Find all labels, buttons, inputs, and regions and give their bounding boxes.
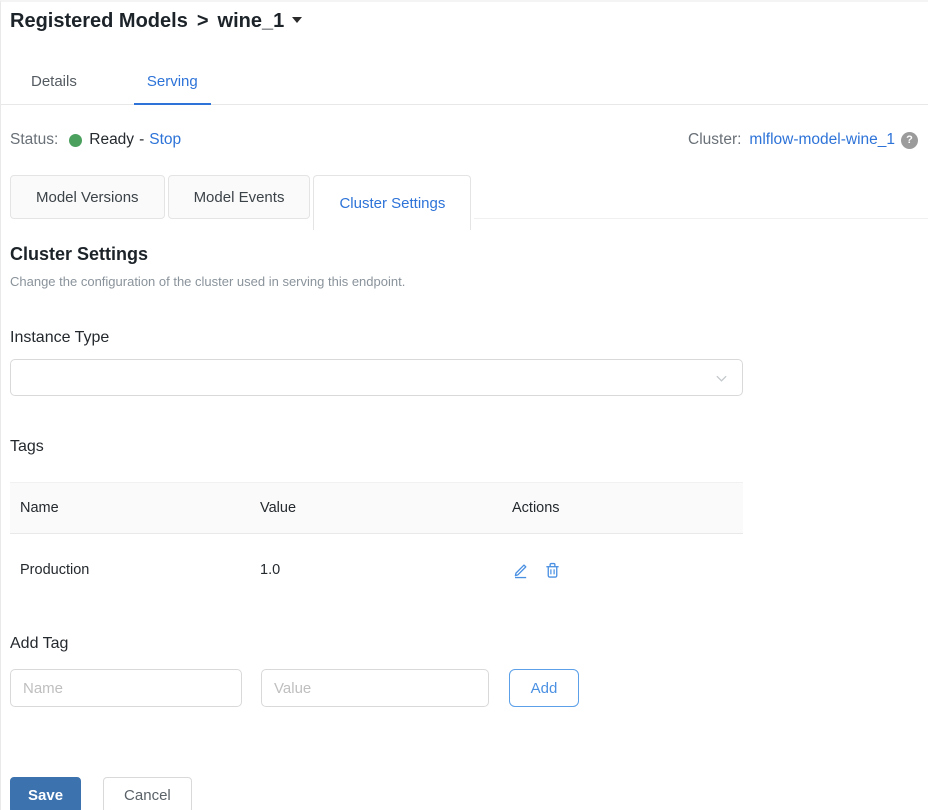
tab-model-events[interactable]: Model Events	[168, 175, 311, 219]
tab-cluster-settings[interactable]: Cluster Settings	[313, 175, 471, 230]
breadcrumb-separator: >	[197, 10, 209, 32]
tab-model-versions[interactable]: Model Versions	[10, 175, 165, 219]
tag-value-input[interactable]	[261, 669, 489, 707]
section-title: Cluster Settings	[10, 244, 928, 265]
column-header-value: Value	[250, 483, 502, 534]
sub-tab-filler	[474, 175, 928, 219]
serving-status: Status: Ready - Stop	[10, 131, 181, 149]
instance-type-label: Instance Type	[10, 329, 928, 347]
tag-name-input[interactable]	[10, 669, 242, 707]
instance-type-select[interactable]	[10, 359, 743, 396]
chevron-down-icon	[715, 372, 728, 385]
status-bar: Status: Ready - Stop Cluster: mlflow-mod…	[1, 105, 928, 149]
tab-serving[interactable]: Serving	[134, 67, 211, 105]
stop-link[interactable]: Stop	[149, 131, 181, 149]
tab-details[interactable]: Details	[18, 67, 90, 104]
tags-table-header-row: Name Value Actions	[10, 483, 743, 534]
delete-tag-icon[interactable]	[544, 561, 561, 579]
section-description: Change the configuration of the cluster …	[10, 274, 928, 289]
status-separator: -	[139, 131, 144, 149]
add-tag-form: Add	[10, 669, 928, 707]
tag-name-cell: Production	[10, 534, 250, 605]
breadcrumb-model-name[interactable]: wine_1	[218, 10, 285, 32]
tag-value-cell: 1.0	[250, 534, 502, 605]
table-row: Production 1.0	[10, 534, 743, 605]
column-header-name: Name	[10, 483, 250, 534]
edit-tag-icon[interactable]	[512, 561, 529, 579]
add-tag-label: Add Tag	[10, 635, 928, 653]
status-ready-icon	[69, 134, 82, 147]
breadcrumb-registered-models[interactable]: Registered Models	[10, 10, 188, 32]
add-tag-button[interactable]: Add	[509, 669, 579, 707]
cluster-settings-panel: Cluster Settings Change the configuratio…	[1, 230, 928, 810]
main-tab-bar: Details Serving	[1, 67, 928, 105]
help-icon[interactable]: ?	[901, 132, 918, 149]
status-label: Status:	[10, 131, 58, 149]
tags-table: Name Value Actions Production 1.0	[10, 482, 743, 604]
model-serving-page: Registered Models > wine_1 Details Serving…	[0, 0, 928, 810]
tag-actions-cell	[512, 561, 733, 579]
cluster-info: Cluster: mlflow-model-wine_1 ?	[688, 131, 918, 149]
sub-tab-bar: Model Versions Model Events Cluster Sett…	[10, 175, 928, 230]
tags-section-label: Tags	[10, 438, 928, 456]
footer-actions: Save Cancel	[10, 777, 928, 810]
column-header-actions: Actions	[502, 483, 743, 534]
status-value: Ready	[89, 131, 134, 149]
cluster-label: Cluster:	[688, 131, 741, 149]
caret-down-icon[interactable]	[292, 17, 302, 23]
save-button[interactable]: Save	[10, 777, 81, 810]
breadcrumb: Registered Models > wine_1	[1, 2, 928, 33]
cluster-link[interactable]: mlflow-model-wine_1	[749, 131, 895, 149]
cancel-button[interactable]: Cancel	[103, 777, 192, 810]
